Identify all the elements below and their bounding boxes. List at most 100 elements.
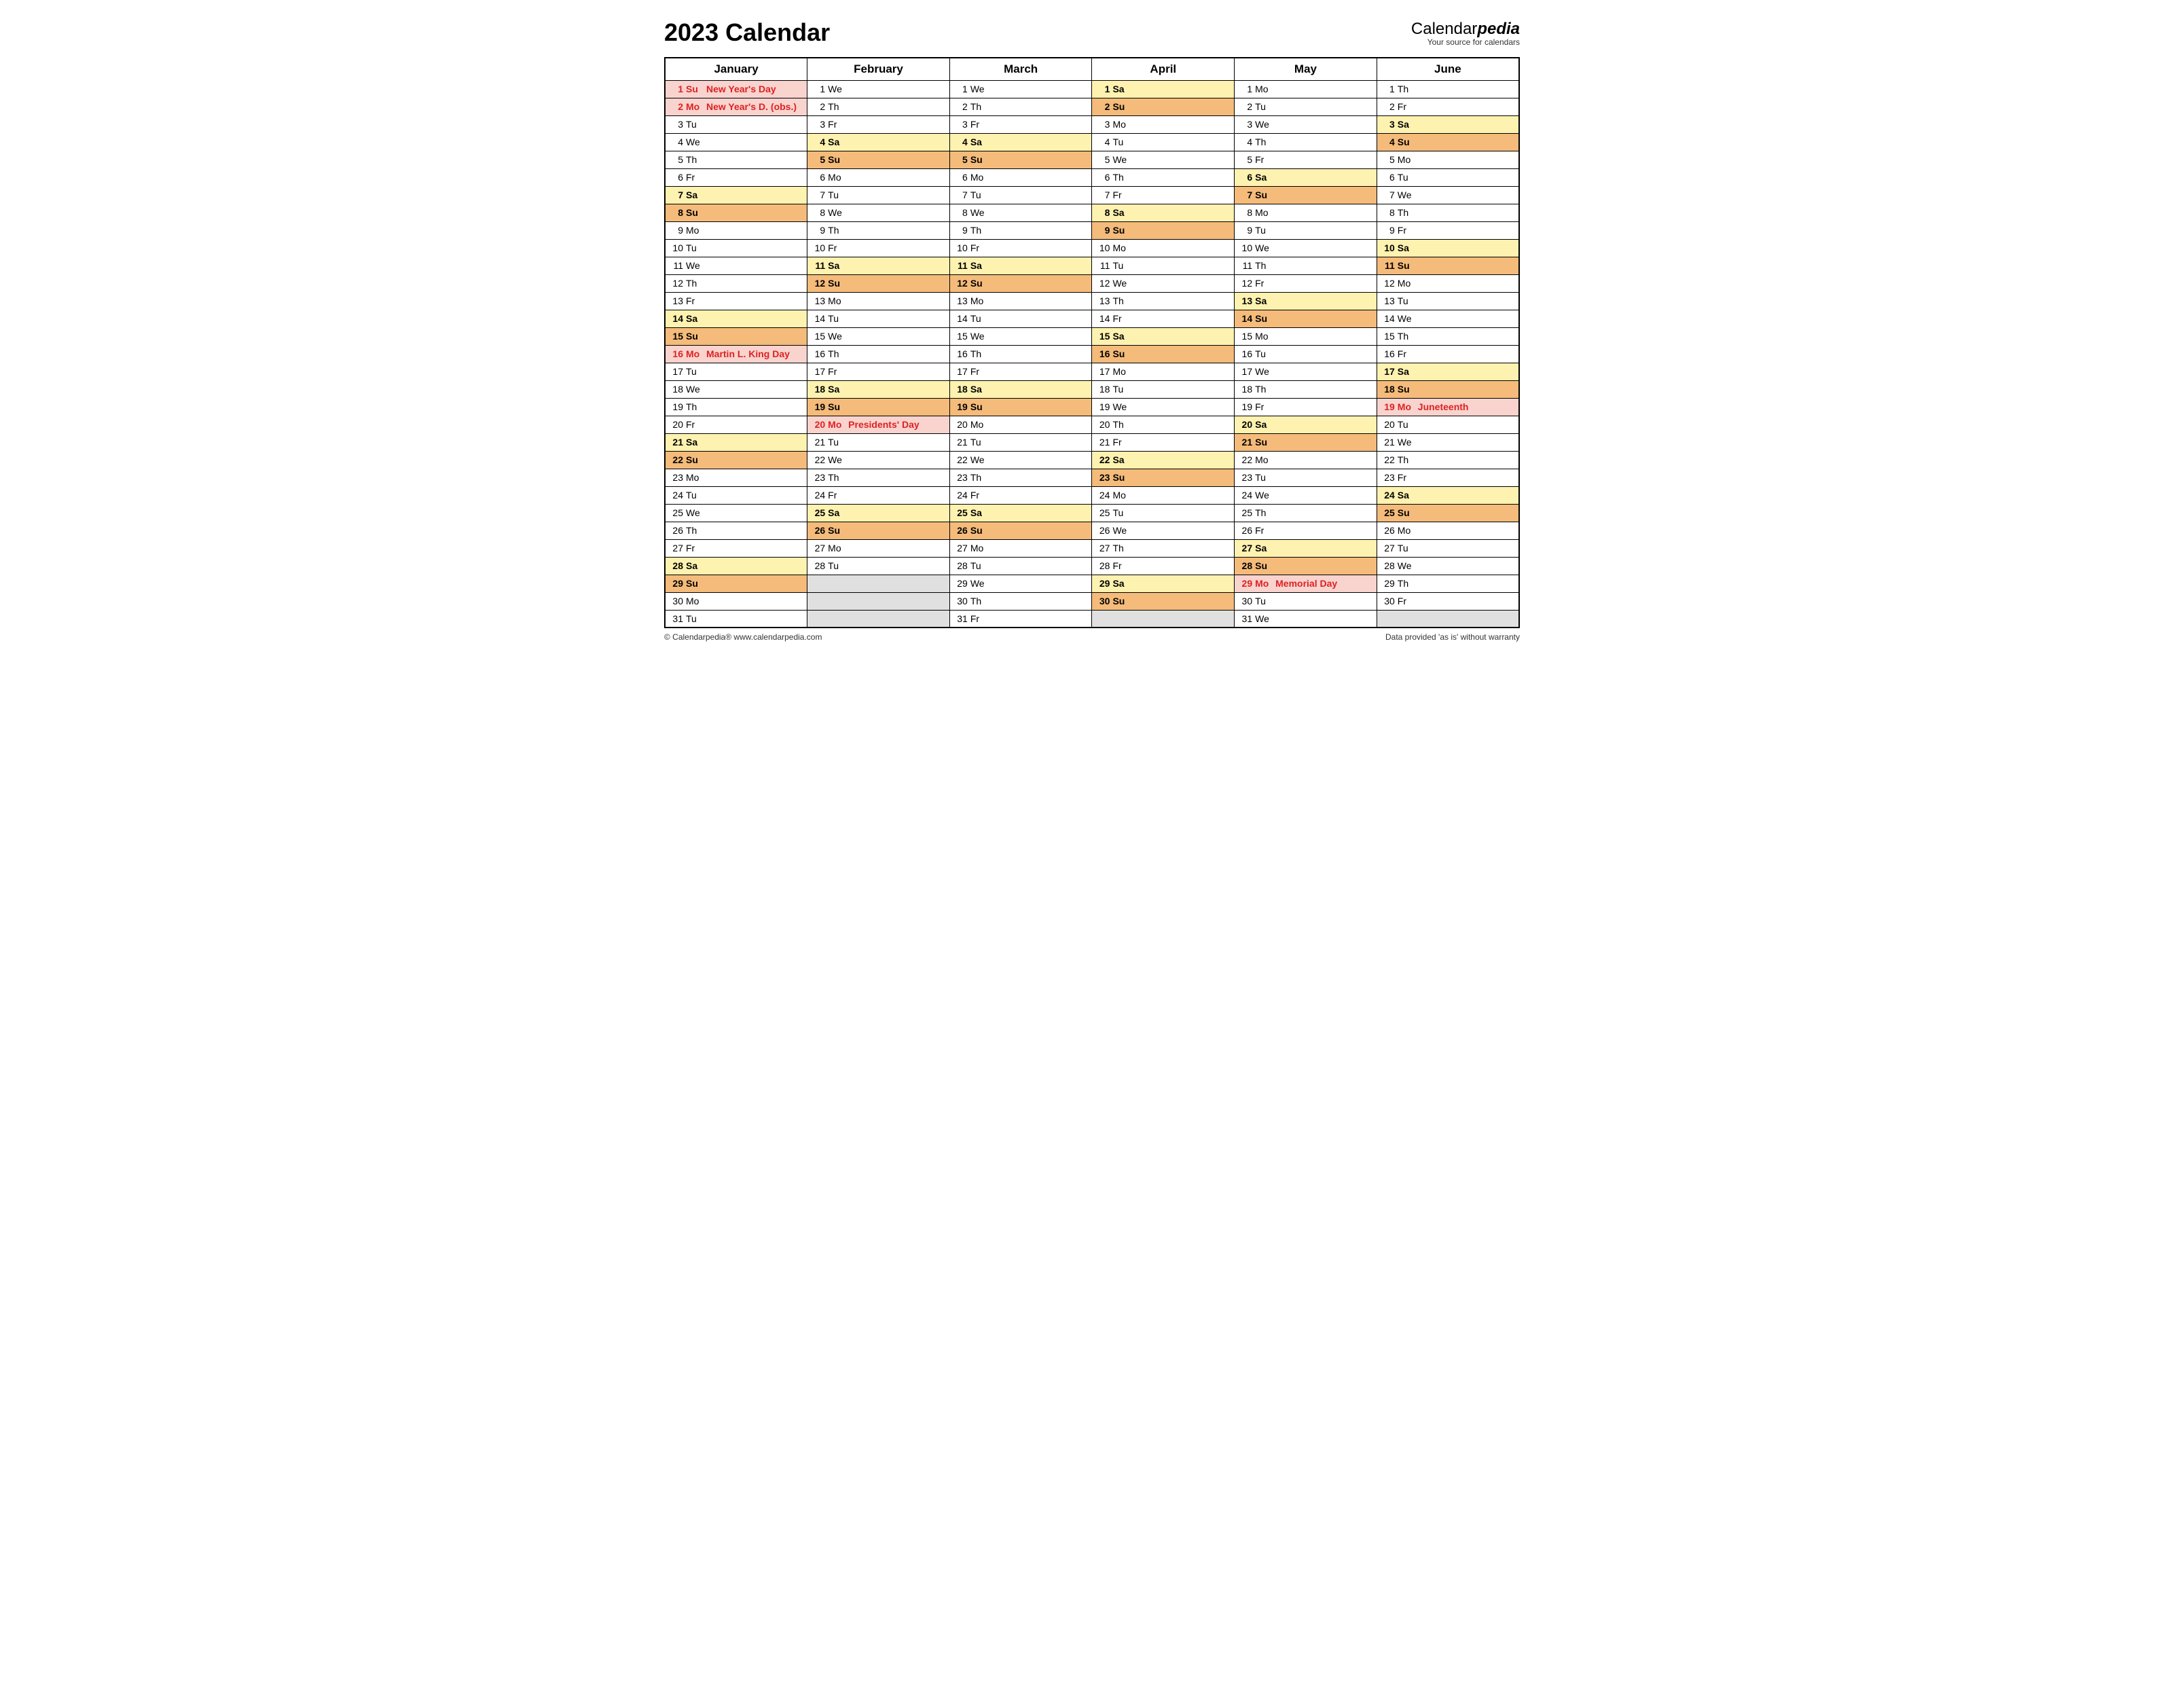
day-cell: 12Mo <box>1377 274 1519 292</box>
day-of-week: Fr <box>686 543 704 553</box>
day-of-week: We <box>1398 189 1415 200</box>
day-cell: 18Sa <box>949 380 1092 398</box>
day-of-week: We <box>970 331 988 342</box>
day-of-week: Sa <box>1255 543 1273 553</box>
day-of-week: Sa <box>828 137 845 147</box>
day-number: 4 <box>812 137 825 147</box>
day-number: 17 <box>670 366 683 377</box>
day-of-week: Sa <box>1112 331 1130 342</box>
day-number: 21 <box>1096 437 1110 448</box>
day-cell: 5We <box>1092 151 1235 168</box>
day-of-week: Sa <box>1112 207 1130 218</box>
day-of-week: Sa <box>686 313 704 324</box>
day-of-week: We <box>828 331 845 342</box>
day-number: 28 <box>954 560 968 571</box>
day-cell: 26Mo <box>1377 522 1519 539</box>
day-cell: 14Sa <box>665 310 807 327</box>
day-number: 16 <box>812 348 825 359</box>
day-of-week: We <box>828 84 845 94</box>
day-number: 23 <box>1381 472 1395 483</box>
day-of-week: Su <box>1255 560 1273 571</box>
day-cell: 25We <box>665 504 807 522</box>
day-of-week: We <box>970 84 988 94</box>
day-cell: 23Tu <box>1235 469 1377 486</box>
day-cell: 4We <box>665 133 807 151</box>
day-cell: 7Sa <box>665 186 807 204</box>
day-number: 15 <box>1096 331 1110 342</box>
day-number: 19 <box>812 401 825 412</box>
day-cell: 23Mo <box>665 469 807 486</box>
day-cell: 4Su <box>1377 133 1519 151</box>
day-of-week: Sa <box>970 507 988 518</box>
day-number: 2 <box>954 101 968 112</box>
day-cell: 24Tu <box>665 486 807 504</box>
day-cell: 19Su <box>807 398 950 416</box>
day-number: 12 <box>812 278 825 289</box>
day-number: 30 <box>1096 596 1110 606</box>
day-cell: 2Su <box>1092 98 1235 115</box>
day-of-week: We <box>970 207 988 218</box>
day-number: 30 <box>954 596 968 606</box>
day-of-week: We <box>1255 242 1273 253</box>
day-number: 31 <box>1239 613 1252 624</box>
day-number: 30 <box>670 596 683 606</box>
day-cell: 1We <box>949 80 1092 98</box>
day-of-week: Fr <box>1398 472 1415 483</box>
day-number: 1 <box>954 84 968 94</box>
day-number: 8 <box>812 207 825 218</box>
page-title: 2023 Calendar <box>664 20 830 45</box>
day-cell <box>807 575 950 592</box>
day-cell: 20Mo <box>949 416 1092 433</box>
day-of-week: Sa <box>1255 295 1273 306</box>
day-of-week: Tu <box>828 313 845 324</box>
day-cell: 19Su <box>949 398 1092 416</box>
day-of-week: We <box>1255 119 1273 130</box>
day-cell: 14Tu <box>807 310 950 327</box>
day-number: 27 <box>1096 543 1110 553</box>
day-of-week: Su <box>1398 507 1415 518</box>
day-cell: 19Fr <box>1235 398 1377 416</box>
day-number: 16 <box>1239 348 1252 359</box>
day-of-week: Mo <box>828 295 845 306</box>
day-cell: 7Tu <box>807 186 950 204</box>
day-number: 3 <box>1381 119 1395 130</box>
day-number: 3 <box>954 119 968 130</box>
day-number: 19 <box>670 401 683 412</box>
day-cell: 7We <box>1377 186 1519 204</box>
day-of-week: Su <box>1255 313 1273 324</box>
day-of-week: Mo <box>1255 84 1273 94</box>
day-number: 26 <box>812 525 825 536</box>
day-number: 2 <box>1096 101 1110 112</box>
day-of-week: We <box>1398 437 1415 448</box>
day-number: 8 <box>1239 207 1252 218</box>
day-of-week: We <box>970 454 988 465</box>
day-cell: 31We <box>1235 610 1377 628</box>
day-number: 20 <box>1096 419 1110 430</box>
day-of-week: Su <box>828 154 845 165</box>
day-cell: 2Th <box>807 98 950 115</box>
day-of-week: Tu <box>970 437 988 448</box>
day-of-week: Th <box>686 154 704 165</box>
day-cell: 26Su <box>949 522 1092 539</box>
day-of-week: Su <box>1398 260 1415 271</box>
day-of-week: We <box>686 507 704 518</box>
day-of-week: Mo <box>970 295 988 306</box>
day-cell <box>807 592 950 610</box>
day-cell: 6Th <box>1092 168 1235 186</box>
day-of-week: Fr <box>686 295 704 306</box>
day-of-week: Th <box>828 101 845 112</box>
day-of-week: Su <box>1112 596 1130 606</box>
day-number: 20 <box>954 419 968 430</box>
day-of-week: Mo <box>1398 401 1415 412</box>
day-cell: 29We <box>949 575 1092 592</box>
day-cell: 16Th <box>807 345 950 363</box>
day-cell: 29Sa <box>1092 575 1235 592</box>
day-number: 2 <box>670 101 683 112</box>
day-of-week: Fr <box>1112 313 1130 324</box>
day-of-week: Su <box>970 154 988 165</box>
day-number: 24 <box>1381 490 1395 501</box>
day-of-week: Fr <box>1255 154 1273 165</box>
day-of-week: Tu <box>1112 137 1130 147</box>
day-of-week: Su <box>686 331 704 342</box>
day-number: 21 <box>954 437 968 448</box>
